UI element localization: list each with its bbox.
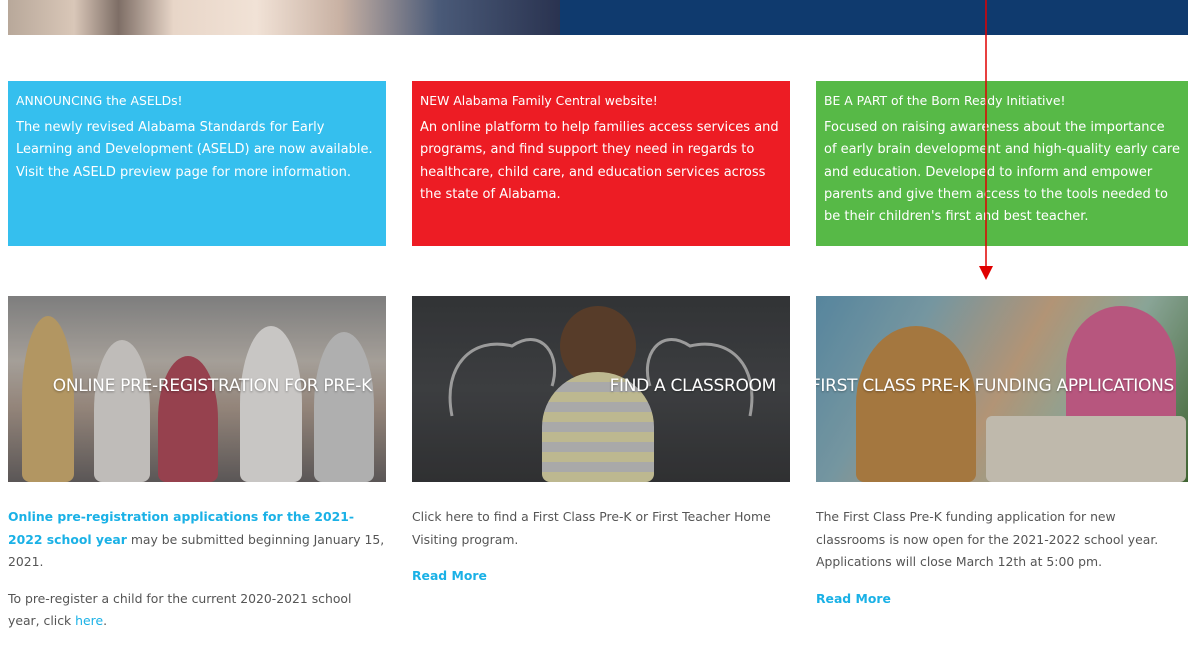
paragraph-text: To pre-register a child for the current … [8, 590, 352, 629]
find-classroom-text: Click here to find a First Class Pre-K o… [412, 506, 782, 588]
notice-title: NEW Alabama Family Central website! [420, 93, 658, 108]
notice-title: BE A PART of the Born Ready Initiative! [824, 93, 1066, 108]
notice-title: ANNOUNCING the ASELDs! [16, 93, 183, 108]
card-caption[interactable]: FIRST CLASS PRE-K FUNDING APPLICATIONS [816, 376, 1174, 396]
here-link[interactable]: here [75, 613, 103, 628]
pre-registration-text: Online pre-registration applications for… [8, 506, 386, 647]
notice-aselds[interactable]: ANNOUNCING the ASELDs! The newly revised… [8, 81, 386, 246]
period-text: . [103, 613, 108, 628]
read-more-link[interactable]: Read More [816, 588, 891, 611]
funding-text: The First Class Pre-K funding applicatio… [816, 506, 1188, 610]
card-find-classroom-image[interactable]: FIND A CLASSROOM [412, 296, 790, 482]
notice-body: The newly revised Alabama Standards for … [16, 120, 373, 180]
card-caption[interactable]: FIND A CLASSROOM [610, 376, 777, 396]
card-pre-registration-image[interactable]: ONLINE PRE-REGISTRATION FOR PRE-K [8, 296, 386, 482]
notice-family-central[interactable]: NEW Alabama Family Central website! An o… [412, 81, 790, 246]
read-more-link[interactable]: Read More [412, 565, 487, 588]
hero-banner [8, 0, 1188, 35]
card-caption[interactable]: ONLINE PRE-REGISTRATION FOR PRE-K [53, 376, 373, 396]
notice-body: An online platform to help families acce… [420, 120, 779, 202]
card-funding-image[interactable]: FIRST CLASS PRE-K FUNDING APPLICATIONS [816, 296, 1188, 482]
notice-born-ready[interactable]: BE A PART of the Born Ready Initiative! … [816, 81, 1188, 246]
hero-photo [8, 0, 560, 35]
paragraph-text: Click here to find a First Class Pre-K o… [412, 509, 771, 547]
notice-body: Focused on raising awareness about the i… [824, 120, 1180, 225]
paragraph-text: The First Class Pre-K funding applicatio… [816, 509, 1159, 569]
hero-band [560, 0, 1188, 35]
